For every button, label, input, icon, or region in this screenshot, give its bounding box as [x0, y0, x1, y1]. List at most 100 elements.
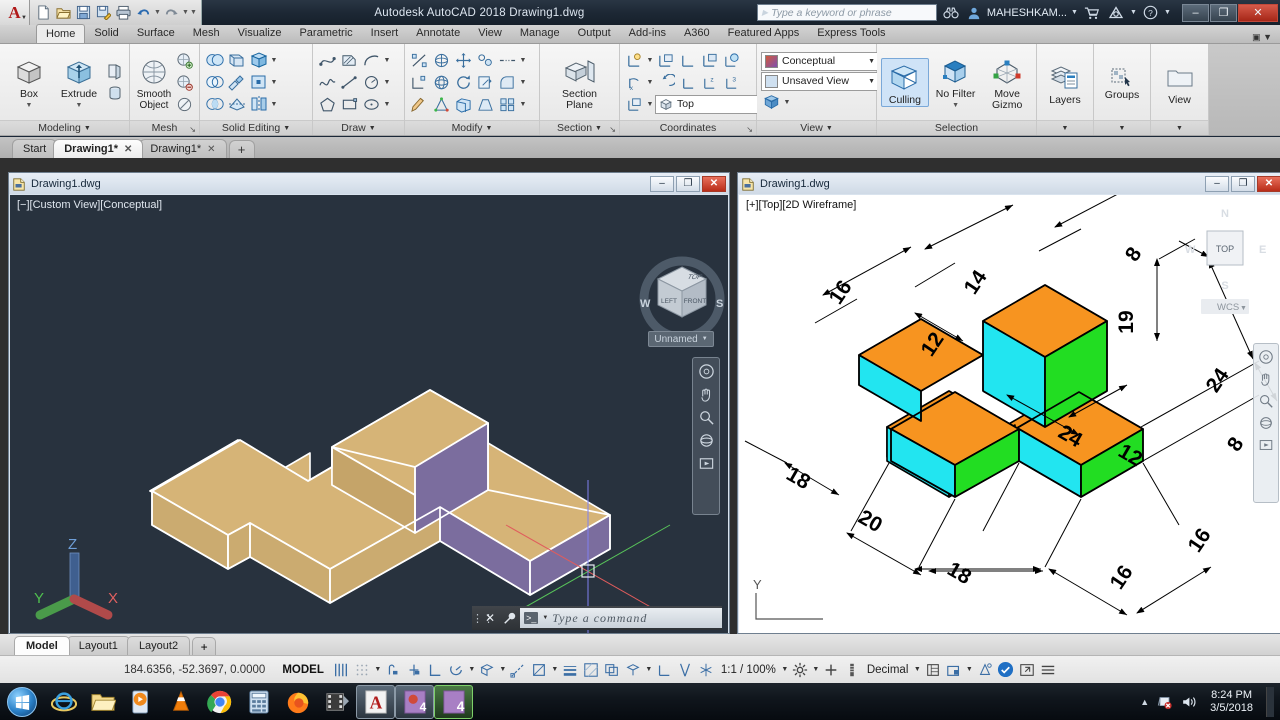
windows-media-player-icon[interactable] [122, 685, 161, 719]
right-navigation-bar[interactable] [1253, 343, 1279, 503]
panel-title-mesh[interactable]: Mesh ↘ [130, 120, 199, 135]
close-icon[interactable]: ✕ [481, 611, 499, 625]
ucs-previous-icon[interactable] [699, 50, 720, 71]
dynamic-input-icon[interactable] [404, 659, 425, 681]
3d-object-snap-caret[interactable]: ▼ [644, 666, 654, 673]
chevron-down-icon[interactable]: ▼ [21, 15, 27, 21]
chevron-down-icon[interactable]: ▼ [283, 125, 290, 132]
ribbon-tab-solid[interactable]: Solid [85, 24, 127, 43]
steering-wheel-icon[interactable] [698, 363, 715, 380]
culling-button[interactable]: Culling [881, 57, 929, 107]
units-caret[interactable]: ▼ [912, 666, 922, 673]
object-snap-tracking-icon[interactable] [508, 659, 529, 681]
panel-dialog-launcher-icon[interactable]: ↘ [746, 125, 753, 134]
refine-mesh-icon[interactable] [174, 94, 195, 115]
right-window-restore[interactable]: ❐ [1231, 175, 1255, 192]
solid-box-edit-icon[interactable] [248, 50, 269, 71]
chevron-down-icon[interactable]: ▼ [84, 125, 91, 132]
chevron-down-icon[interactable]: ▼ [868, 58, 875, 65]
search-binoculars-icon[interactable] [941, 6, 961, 20]
app4-purple-icon[interactable]: 4 [395, 684, 434, 719]
chevron-down-icon[interactable]: ▼ [702, 336, 708, 342]
draw-caret-2[interactable]: ▼ [383, 79, 391, 86]
close-icon[interactable]: ✕ [124, 144, 132, 155]
groups-button[interactable]: Groups [1098, 63, 1146, 101]
ribbon-tab-express-tools[interactable]: Express Tools [808, 24, 894, 43]
solid-edit-caret-1[interactable]: ▼ [270, 57, 278, 64]
help-caret[interactable]: ▼ [1164, 9, 1171, 16]
3d-move-icon[interactable] [453, 50, 474, 71]
ucs-combo[interactable]: Top ▼ [655, 94, 773, 114]
no-filter-button[interactable]: No Filter ▼ [929, 53, 982, 111]
box-dropdown-caret[interactable]: ▼ [26, 100, 33, 111]
selection-filtering-icon[interactable] [675, 659, 696, 681]
plot-icon[interactable] [114, 3, 133, 22]
mirror-3d-icon[interactable] [248, 94, 269, 115]
orbit-icon[interactable] [1258, 415, 1274, 431]
ribbon-tab-output[interactable]: Output [569, 24, 620, 43]
ribbon-tab-mesh[interactable]: Mesh [184, 24, 229, 43]
ucs-icon[interactable] [624, 50, 645, 71]
right-window-title-bar[interactable]: Drawing1.dwg – ❐ ✕ [738, 173, 1280, 194]
command-line-grip[interactable]: ⋮⋮ [472, 612, 494, 625]
ribbon-tab-surface[interactable]: Surface [128, 24, 184, 43]
ortho-mode-icon[interactable] [425, 659, 446, 681]
3d-object-snap-icon[interactable] [623, 659, 644, 681]
viewport-config-caret[interactable]: ▼ [783, 99, 791, 106]
file-tab-drawing1-b[interactable]: Drawing1* ✕ [139, 139, 227, 158]
layout-tab-model[interactable]: Model [14, 636, 70, 655]
3d-rotate-icon[interactable] [431, 50, 452, 71]
chevron-down-icon[interactable]: ▼ [826, 125, 833, 132]
search-input[interactable]: ▶ Type a keyword or phrase [756, 4, 937, 21]
panel-title-view-right[interactable]: ▼ [1151, 120, 1208, 135]
selection-cycling-icon[interactable] [602, 659, 623, 681]
3d-array-icon[interactable] [497, 50, 518, 71]
array-icon[interactable] [497, 94, 518, 115]
visual-style-combo[interactable]: Conceptual ▼ [761, 51, 879, 71]
match-properties-icon[interactable] [409, 94, 430, 115]
chevron-down-icon[interactable]: ▼ [868, 78, 875, 85]
taper-face-icon[interactable] [475, 94, 496, 115]
redo-dropdown-caret[interactable]: ▼ [182, 9, 189, 16]
annotation-monitor-icon[interactable] [821, 659, 842, 681]
fillet-edge-icon[interactable] [497, 72, 518, 93]
ucs-face-icon[interactable] [721, 50, 742, 71]
lineweight-icon[interactable] [560, 659, 581, 681]
ucs-caret[interactable]: ▼ [646, 57, 654, 64]
panel-title-draw[interactable]: Draw ▼ [313, 120, 404, 135]
line-icon[interactable] [339, 72, 360, 93]
chevron-down-icon[interactable]: ▼ [486, 125, 493, 132]
close-button[interactable]: ✕ [1238, 3, 1278, 22]
customization-icon[interactable] [1037, 659, 1058, 681]
video-editor-icon[interactable] [317, 685, 356, 719]
ucs-display-caret[interactable]: ▼ [646, 101, 654, 108]
dynamic-ucs-icon[interactable] [654, 659, 675, 681]
redo-icon[interactable] [162, 3, 181, 22]
zoom-extents-icon[interactable] [698, 409, 715, 426]
annotation-scale-caret[interactable]: ▼ [780, 666, 790, 673]
isolate-objects-caret[interactable]: ▼ [964, 666, 974, 673]
extrude-dropdown-caret[interactable]: ▼ [76, 100, 83, 111]
qat-overflow-caret[interactable]: ▼ [190, 9, 197, 16]
showmotion-icon[interactable] [698, 455, 715, 472]
panel-dialog-launcher-icon[interactable]: ↘ [189, 125, 196, 134]
pan-hand-icon[interactable] [698, 386, 715, 403]
imprint-icon[interactable] [248, 72, 269, 93]
new-file-icon[interactable] [34, 3, 53, 22]
ucs-x-caret[interactable]: ▼ [646, 79, 654, 86]
autodesk-360-caret[interactable]: ▼ [1130, 9, 1137, 16]
chevron-down-icon[interactable]: ▼ [1176, 125, 1183, 132]
panel-title-view[interactable]: View ▼ [757, 120, 876, 135]
left-window-restore[interactable]: ❐ [676, 175, 700, 192]
restore-button[interactable]: ❐ [1210, 3, 1237, 22]
circle-icon[interactable] [361, 72, 382, 93]
polyline-icon[interactable] [317, 50, 338, 71]
isolate-objects-icon[interactable] [943, 659, 964, 681]
orbit-icon[interactable] [698, 432, 715, 449]
showmotion-icon[interactable] [1258, 437, 1274, 453]
chevron-down-icon[interactable]: ▼ [595, 125, 602, 132]
command-input[interactable]: >_ ▼ Type a command [520, 608, 722, 628]
autocad-icon[interactable]: A [356, 684, 395, 719]
application-menu-button[interactable]: A ▼ [0, 0, 30, 25]
presspull-icon[interactable] [104, 61, 125, 82]
